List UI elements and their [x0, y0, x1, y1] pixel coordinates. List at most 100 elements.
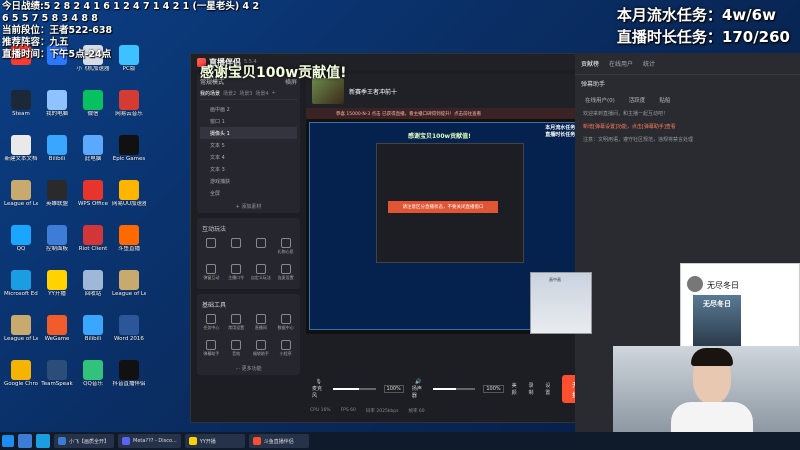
desktop-icon[interactable]: 我的电脑 [40, 90, 74, 117]
desktop-icon[interactable]: 抖音直播伴侣 [112, 360, 146, 387]
desktop-icon[interactable]: 网易云音乐 [112, 90, 146, 117]
tool-item[interactable]: 数据中心 [274, 312, 297, 336]
source-item[interactable]: 文本 3 [200, 163, 297, 175]
right-tab[interactable]: 贡献榜 [581, 59, 599, 68]
desktop-icon-label: 微信 [87, 111, 99, 117]
stream-stats-overlay: 今日战绩:5 2 8 2 4 1 6 1 2 4 7 1 4 2 1 (一星老头… [2, 1, 259, 61]
source-item[interactable]: 画中画 2 [200, 103, 297, 115]
taskbar-item[interactable]: Meta??? - Disco... [118, 434, 181, 448]
settings-button[interactable]: 设置 [545, 382, 554, 396]
speaker-volume[interactable]: 100% [483, 385, 504, 393]
desktop-app-icon [119, 270, 139, 290]
status-item: 帧率 60 [408, 409, 425, 414]
mic-control[interactable]: 🎙 麦克风 [312, 379, 325, 399]
speaker-control[interactable]: 🔊 扬声器 [412, 379, 425, 399]
desktop-app-icon [11, 225, 31, 245]
desktop-icon[interactable]: Riot Client [76, 225, 110, 252]
interact-item[interactable]: 连麦设置 [274, 262, 297, 286]
interact-item[interactable] [200, 236, 223, 260]
scene-tab[interactable]: + [272, 90, 276, 97]
desktop-icon[interactable]: WeGame [40, 315, 74, 342]
tool-label: 弹幕助手 [203, 351, 220, 356]
desktop-icon[interactable]: Microsoft Edge [4, 270, 38, 297]
desktop-icon[interactable]: Bilibili [76, 315, 110, 342]
desktop-app-icon [83, 135, 103, 155]
desktop-app-icon [11, 90, 31, 110]
desktop-icon-label: Word 2016 [114, 336, 144, 342]
speaker-slider[interactable] [433, 388, 476, 390]
desktop-icon[interactable]: 英雄联盟 [40, 180, 74, 207]
scene-tab[interactable]: 我的场景 [200, 90, 220, 97]
desktop-icon[interactable]: League of Legends [4, 180, 38, 207]
record-button[interactable]: 录制 [528, 382, 537, 396]
desktop-app-icon [83, 270, 103, 290]
source-item[interactable]: 文本 5 [200, 139, 297, 151]
desktop-icon[interactable]: Bilibili [40, 135, 74, 162]
right-subtab[interactable]: 活跃度 [629, 96, 646, 104]
tool-item[interactable]: 直播间 [250, 312, 273, 336]
more-features-button[interactable]: ··· 更多功能 [200, 365, 297, 372]
scene-tab[interactable]: 场景4 [255, 90, 268, 97]
interact-item[interactable] [250, 236, 273, 260]
source-item[interactable]: 窗口 1 [200, 115, 297, 127]
scene-tab[interactable]: 场景2 [223, 90, 236, 97]
tool-item[interactable]: 常用设置 [225, 312, 248, 336]
add-source-button[interactable]: + 添加素材 [200, 203, 297, 210]
desktop-icon-label: League of Legends [112, 291, 146, 297]
taskbar-explorer-icon[interactable] [18, 434, 32, 448]
interact-item[interactable]: 自定义玩法 [250, 262, 273, 286]
right-tab[interactable]: 统计 [643, 59, 655, 68]
interact-item[interactable]: 弹窗互动 [200, 262, 223, 286]
interact-item[interactable] [225, 236, 248, 260]
source-item[interactable]: 摄像头 1 [200, 127, 297, 139]
tool-item[interactable]: 音效 [225, 338, 248, 362]
desktop-icon[interactable]: Steam [4, 90, 38, 117]
tool-item[interactable]: 任务中心 [200, 312, 223, 336]
source-item[interactable]: 文本 4 [200, 151, 297, 163]
taskbar-item[interactable]: 小飞【画质全开】 [54, 434, 114, 448]
desktop-app-icon [11, 360, 31, 380]
taskbar-item-label: 斗鱼直播伴侣 [263, 438, 294, 445]
tool-item[interactable]: 小程序 [274, 338, 297, 362]
source-item[interactable]: 全屏 [200, 187, 297, 199]
beauty-button[interactable]: 美颜 [512, 382, 521, 396]
start-menu-icon[interactable] [2, 435, 14, 447]
taskbar-item[interactable]: 斗鱼直播伴侣 [248, 434, 309, 448]
desktop-icon[interactable]: 回收站 [76, 270, 110, 297]
tool-item[interactable]: 弹幕助手 [200, 338, 223, 362]
interact-item[interactable]: 礼物心愿 [274, 236, 297, 260]
desktop-icon[interactable]: Epic Games [112, 135, 146, 162]
desktop-icon[interactable]: YY开播 [40, 270, 74, 297]
desktop-icon[interactable]: QQ音乐 [76, 360, 110, 387]
notice-bar[interactable]: 恭喜 15000-N-3 点击 已获得直播，看主播口碑得到提升！点击前往查看 [306, 108, 611, 119]
speaker-slider-fill [433, 388, 457, 390]
mic-volume[interactable]: 100% [383, 385, 404, 393]
desktop-icon-label: 小飞机加速器 [76, 66, 110, 72]
desktop-icon[interactable]: 新建文本文档 [4, 135, 38, 162]
taskbar-edge-icon[interactable] [36, 434, 50, 448]
scene-tab[interactable]: 场景3 [239, 90, 252, 97]
game-ad-popup[interactable]: 无尽冬日 无尽冬日 [680, 263, 800, 350]
tool-item[interactable]: 福袋助手 [250, 338, 273, 362]
desktop-icon[interactable]: League of Legends [112, 270, 146, 297]
desktop-icon[interactable]: QQ [4, 225, 38, 252]
taskbar-item[interactable]: YY开播 [184, 434, 245, 448]
desktop-icon[interactable]: League of Legends [4, 315, 38, 342]
right-subtab[interactable]: 贴船 [659, 96, 670, 104]
desktop-icon[interactable]: WPS Office [76, 180, 110, 207]
desktop-icon[interactable]: TeamSpeak [40, 360, 74, 387]
room-title[interactable]: 新赛季王者冲前十 [349, 87, 397, 96]
desktop-icon[interactable]: Word 2016 [112, 315, 146, 342]
desktop-icon[interactable]: 此电脑 [76, 135, 110, 162]
desktop-icon[interactable]: 控制面板 [40, 225, 74, 252]
source-item[interactable]: 游戏捕获 [200, 175, 297, 187]
right-subtab[interactable]: 在线用户(0) [585, 96, 615, 104]
desktop-icon[interactable]: 斗鱼直播 [112, 225, 146, 252]
interact-item[interactable]: 主播口令 [225, 262, 248, 286]
right-tab[interactable]: 在线用户 [609, 59, 633, 68]
chat-line: 新增[弹幕设置]功能，点击[弹幕助手]查看 [583, 124, 676, 130]
mic-slider[interactable] [333, 388, 376, 390]
desktop-icon[interactable]: 微信 [76, 90, 110, 117]
desktop-icon[interactable]: Google Chrome [4, 360, 38, 387]
desktop-icon[interactable]: 网易UU加速器 [112, 180, 146, 207]
